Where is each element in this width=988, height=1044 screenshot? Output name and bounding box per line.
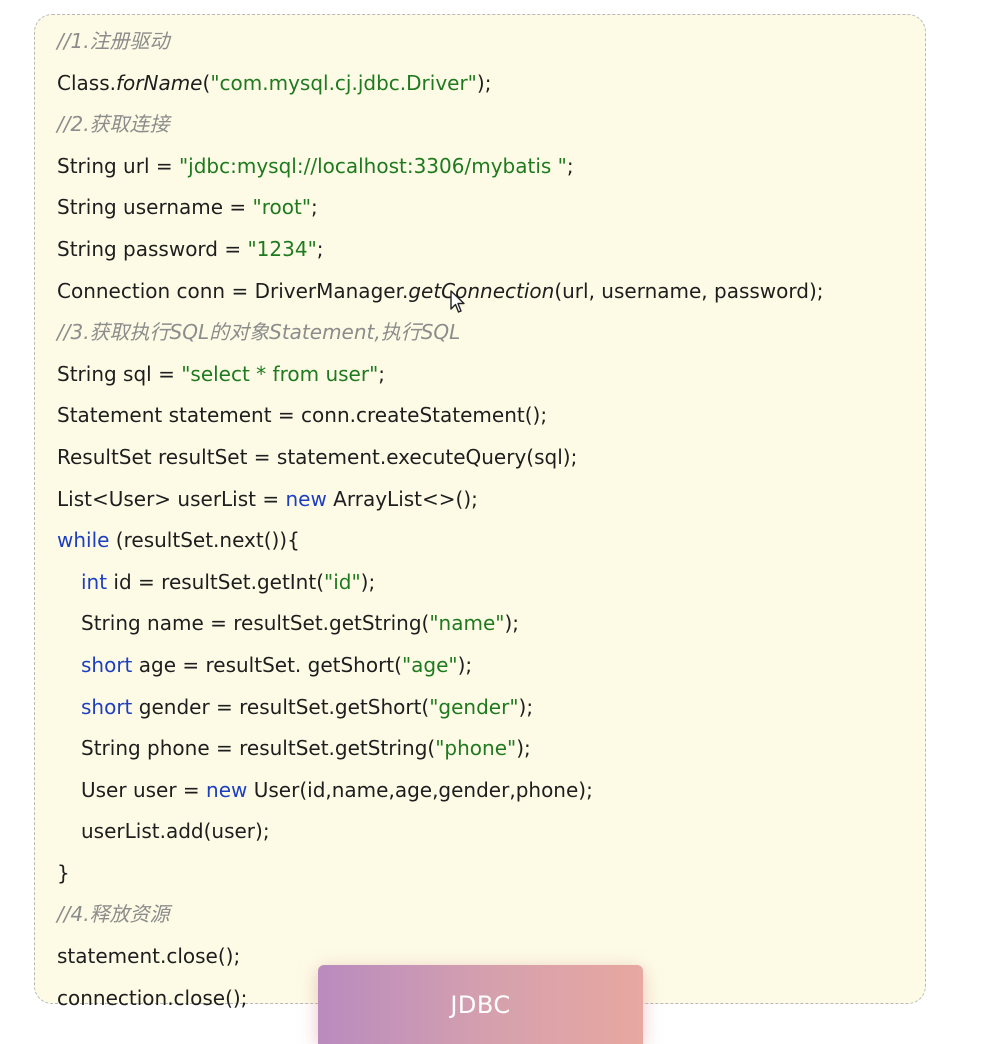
mouse-pointer-icon — [450, 290, 465, 313]
code-snippet-card: //1.注册驱动 Class.forName("com.mysql.cj.jdbc… — [34, 14, 926, 1010]
code-token-string: "1234" — [247, 236, 317, 261]
code-line: Class.forName("com.mysql.cj.jdbc.Driver"… — [57, 63, 824, 105]
code-line: String password = "1234"; — [57, 229, 824, 271]
code-token-plain: connection.close(); — [57, 985, 248, 1010]
code-line: //1.注册驱动 — [57, 21, 824, 63]
code-token-string: "select * from user" — [181, 361, 379, 386]
code-token-plain: userList.add(user); — [81, 819, 270, 844]
code-token-plain: ); — [457, 652, 473, 677]
code-token-plain: ); — [504, 611, 520, 636]
code-token-plain: String sql = — [57, 361, 182, 386]
tab-jdbc-label: JDBC — [450, 990, 511, 1019]
code-token-keyword: new — [285, 486, 327, 511]
code-line: int id = resultSet.getInt("id"); — [57, 562, 824, 604]
code-token-keyword: new — [206, 777, 248, 802]
code-token-keyword: short — [81, 652, 133, 677]
code-line: //2.获取连接 — [57, 104, 824, 146]
code-token-plain: ; — [378, 361, 386, 386]
code-token-plain: statement.close(); — [57, 944, 241, 969]
code-token-plain: ; — [311, 195, 318, 220]
code-token-plain: age = resultSet. getShort( — [132, 652, 402, 677]
code-token-plain: String phone = resultSet.getString( — [81, 736, 436, 761]
code-line: String url = "jdbc:mysql://localhost:330… — [57, 146, 824, 188]
code-line: userList.add(user); — [57, 811, 824, 853]
code-token-string: "root" — [252, 195, 312, 220]
code-token-plain: String username = — [57, 195, 253, 220]
code-line: List<User> userList = new ArrayList<>(); — [57, 479, 824, 521]
code-token-plain: ); — [360, 569, 376, 594]
code-token-plain: Connection conn = DriverManager. — [57, 278, 409, 303]
code-line: User user = new User(id,name,age,gender,… — [57, 770, 824, 812]
code-line: while (resultSet.next()){ — [57, 520, 824, 562]
code-token-string: "gender" — [429, 694, 519, 719]
code-token-comment: //4.释放资源 — [57, 902, 170, 927]
code-token-plain: ArrayList<>(); — [326, 486, 478, 511]
code-line: Statement statement = conn.createStateme… — [57, 395, 824, 437]
code-line: String name = resultSet.getString("name"… — [57, 603, 824, 645]
code-token-string: "id" — [324, 569, 361, 594]
code-line: String username = "root"; — [57, 187, 824, 229]
code-token-plain: Class. — [57, 70, 116, 95]
code-line: //4.释放资源 — [57, 894, 824, 936]
code-token-string: "name" — [429, 611, 505, 636]
code-token-keyword: while — [57, 528, 110, 553]
code-token-plain: User user = — [81, 777, 207, 802]
code-line: String phone = resultSet.getString("phon… — [57, 728, 824, 770]
code-token-plain: List<User> userList = — [57, 486, 286, 511]
code-token-plain: User(id,name,age,gender,phone); — [247, 777, 593, 802]
code-token-comment: //1.注册驱动 — [57, 29, 170, 53]
code-line: String sql = "select * from user"; — [57, 354, 824, 396]
code-token-string: "age" — [401, 652, 458, 677]
code-token-keyword: int — [81, 569, 108, 594]
code-token-comment: //3.获取执行SQL的对象Statement,执行SQL — [57, 320, 461, 345]
code-line: //3.获取执行SQL的对象Statement,执行SQL — [57, 312, 824, 354]
code-token-plain: ; — [566, 153, 574, 178]
tab-jdbc[interactable]: JDBC — [318, 965, 643, 1044]
code-token-plain: ); — [476, 70, 492, 95]
code-token-string: "com.mysql.cj.jdbc.Driver" — [210, 70, 477, 95]
code-token-plain: id = resultSet.getInt( — [107, 569, 325, 594]
code-line: ResultSet resultSet = statement.executeQ… — [57, 437, 824, 479]
code-token-plain: ; — [316, 236, 324, 261]
code-token-italic: forName — [115, 70, 203, 95]
code-token-keyword: short — [81, 694, 133, 719]
code-token-plain: ResultSet resultSet = statement.executeQ… — [57, 444, 578, 469]
code-token-string: "jdbc:mysql://localhost:3306/mybatis " — [178, 153, 567, 178]
code-token-plain: ); — [518, 694, 534, 719]
code-token-plain: gender = resultSet.getShort( — [132, 694, 430, 719]
code-token-plain: String url = — [57, 153, 179, 178]
code-token-plain: String password = — [57, 236, 248, 261]
code-token-plain: ); — [516, 736, 531, 761]
code-token-string: "phone" — [435, 736, 517, 761]
code-line: Connection conn = DriverManager.getConne… — [57, 271, 824, 313]
code-line: short age = resultSet. getShort("age"); — [57, 645, 824, 687]
code-token-comment: //2.获取连接 — [57, 112, 170, 137]
code-token-plain: String name = resultSet.getString( — [81, 611, 430, 636]
code-token-plain: (resultSet.next()){ — [109, 528, 300, 553]
code-token-plain: (url, username, password); — [554, 278, 824, 303]
code-line: } — [57, 853, 824, 895]
code-token-plain: Statement statement = conn.createStateme… — [57, 403, 548, 428]
code-line: short gender = resultSet.getShort("gende… — [57, 687, 824, 729]
code-token-italic: getConnection — [408, 278, 555, 303]
code-token-plain: } — [57, 860, 70, 885]
code-block: //1.注册驱动 Class.forName("com.mysql.cj.jdbc… — [57, 21, 824, 1019]
